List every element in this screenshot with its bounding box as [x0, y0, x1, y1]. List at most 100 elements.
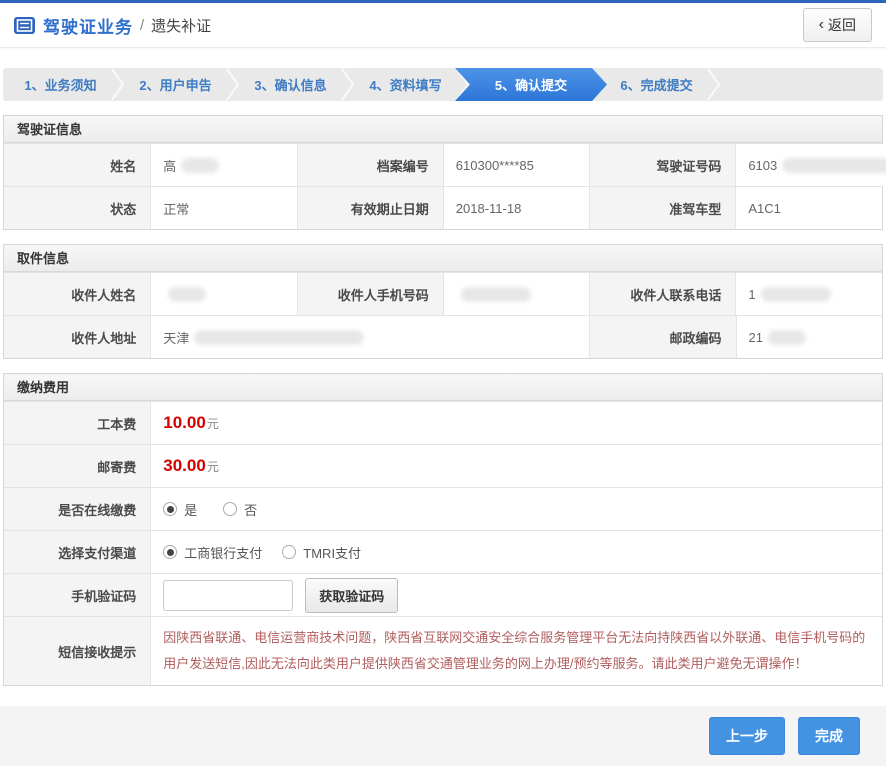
- file-number-label: 档案编号: [297, 144, 443, 186]
- step-label: 2、用户申告: [139, 75, 211, 94]
- table-row: 邮寄费 30.00 元: [4, 444, 882, 487]
- table-row: 是否在线缴费 是 否: [4, 487, 882, 530]
- redacted-value: [194, 330, 364, 345]
- footer-action-bar: 上一步 完成: [0, 706, 886, 766]
- table-row: 状态 正常 有效期止日期 2018-11-18 准驾车型 A1C1: [4, 186, 882, 229]
- pay-channel-options: 工商银行支付 TMRI支付: [150, 531, 882, 573]
- vehicle-class-label: 准驾车型: [589, 187, 735, 229]
- step-3-confirm-info[interactable]: 3、确认信息: [233, 68, 348, 101]
- sms-notice-label: 短信接收提示: [4, 617, 150, 685]
- online-pay-options: 是 否: [150, 488, 882, 530]
- expiry-value: 2018-11-18: [443, 187, 589, 229]
- step-label: 4、资料填写: [369, 75, 441, 94]
- post-fee-value: 30.00 元: [150, 445, 882, 487]
- postal-code-label: 邮政编码: [589, 316, 735, 358]
- radio-label: 工商银行支付: [184, 543, 262, 562]
- finish-button[interactable]: 完成: [798, 717, 860, 755]
- redacted-value: [768, 330, 806, 345]
- step-label: 5、确认提交: [495, 75, 567, 94]
- online-pay-label: 是否在线缴费: [4, 488, 150, 530]
- redacted-value: [761, 287, 831, 302]
- sms-notice-text: 因陕西省联通、电信运营商技术问题，陕西省互联网交通安全综合服务管理平台无法向持陕…: [150, 617, 882, 685]
- step-4-fill-data[interactable]: 4、资料填写: [348, 68, 463, 101]
- breadcrumb-current: 遗失补证: [151, 15, 211, 36]
- step-6-complete[interactable]: 6、完成提交: [599, 68, 714, 101]
- work-fee-amount: 10.00: [163, 413, 206, 433]
- step-label: 3、确认信息: [254, 75, 326, 94]
- status-value: 正常: [150, 187, 296, 229]
- work-fee-unit: 元: [207, 415, 219, 432]
- step-chevron-icon: [707, 68, 721, 101]
- step-5-confirm-submit[interactable]: 5、确认提交: [455, 68, 607, 101]
- back-button-label: 返回: [828, 15, 856, 35]
- work-fee-label: 工本费: [4, 402, 150, 444]
- recipient-name-label: 收件人姓名: [4, 273, 150, 315]
- step-2-declare[interactable]: 2、用户申告: [118, 68, 233, 101]
- post-fee-unit: 元: [207, 458, 219, 475]
- expiry-label: 有效期止日期: [297, 187, 443, 229]
- back-button[interactable]: ‹ 返回: [803, 8, 872, 42]
- radio-icon: [163, 502, 177, 516]
- redacted-value: [461, 287, 531, 302]
- pay-channel-label: 选择支付渠道: [4, 531, 150, 573]
- section-title: 缴纳费用: [4, 374, 882, 401]
- radio-icon: [282, 545, 296, 559]
- get-code-button[interactable]: 获取验证码: [305, 578, 398, 613]
- radio-icon: [163, 545, 177, 559]
- table-row: 手机验证码 获取验证码: [4, 573, 882, 616]
- previous-step-button[interactable]: 上一步: [709, 717, 785, 755]
- radio-label: 是: [184, 500, 197, 519]
- status-label: 状态: [4, 187, 150, 229]
- section-title: 取件信息: [4, 245, 882, 272]
- recipient-address-value: 天津: [150, 316, 589, 358]
- radio-icon: [223, 502, 237, 516]
- step-chevron-icon: [341, 68, 355, 101]
- file-number-value: 610300****85: [443, 144, 589, 186]
- recipient-mobile-label: 收件人手机号码: [297, 273, 443, 315]
- step-label: 1、业务须知: [24, 75, 96, 94]
- sms-code-input[interactable]: [163, 580, 293, 611]
- recipient-phone-label: 收件人联系电话: [589, 273, 735, 315]
- step-1-notice[interactable]: 1、业务须知: [3, 68, 118, 101]
- breadcrumb-separator: /: [140, 17, 144, 34]
- step-chevron-icon: [111, 68, 125, 101]
- table-row: 姓名 高 档案编号 610300****85 驾驶证号码 6103: [4, 143, 882, 186]
- license-number-label: 驾驶证号码: [589, 144, 735, 186]
- license-number-value: 6103: [735, 144, 886, 186]
- recipient-address-label: 收件人地址: [4, 316, 150, 358]
- radio-label: 否: [244, 500, 257, 519]
- step-chevron-icon: [226, 68, 240, 101]
- page-header: 驾驶证业务 / 遗失补证 ‹ 返回: [0, 3, 886, 48]
- sms-code-field: 获取验证码: [150, 574, 882, 616]
- step-navigation: 1、业务须知 2、用户申告 3、确认信息 4、资料填写 5、确认提交 6、完成提…: [0, 48, 886, 101]
- radio-label: TMRI支付: [303, 543, 361, 562]
- sms-code-label: 手机验证码: [4, 574, 150, 616]
- license-info-section: 驾驶证信息 姓名 高 档案编号 610300****85 驾驶证号码 6103 …: [3, 115, 883, 230]
- radio-channel-tmri[interactable]: TMRI支付: [282, 543, 361, 562]
- radio-channel-icbc[interactable]: 工商银行支付: [163, 543, 262, 562]
- step-label: 6、完成提交: [620, 75, 692, 94]
- redacted-value: [782, 158, 886, 173]
- section-title: 驾驶证信息: [4, 116, 882, 143]
- redacted-value: [168, 287, 206, 302]
- recipient-name-value: [150, 273, 296, 315]
- table-row: 收件人地址 天津 邮政编码 21: [4, 315, 882, 358]
- table-row: 收件人姓名 收件人手机号码 收件人联系电话 1: [4, 272, 882, 315]
- name-label: 姓名: [4, 144, 150, 186]
- back-arrow-icon: ‹: [819, 17, 824, 33]
- table-row: 选择支付渠道 工商银行支付 TMRI支付: [4, 530, 882, 573]
- table-row: 短信接收提示 因陕西省联通、电信运营商技术问题，陕西省互联网交通安全综合服务管理…: [4, 616, 882, 685]
- pickup-info-section: 取件信息 收件人姓名 收件人手机号码 收件人联系电话 1 收件人地址 天津 邮政…: [3, 244, 883, 359]
- radio-online-yes[interactable]: 是: [163, 500, 197, 519]
- radio-online-no[interactable]: 否: [223, 500, 257, 519]
- vehicle-class-value: A1C1: [735, 187, 881, 229]
- table-row: 工本费 10.00 元: [4, 401, 882, 444]
- postal-code-value: 21: [736, 316, 882, 358]
- recipient-phone-value: 1: [735, 273, 881, 315]
- redacted-value: [181, 158, 219, 173]
- page-title: 驾驶证业务: [43, 13, 133, 38]
- recipient-mobile-value: [443, 273, 589, 315]
- post-fee-label: 邮寄费: [4, 445, 150, 487]
- work-fee-value: 10.00 元: [150, 402, 882, 444]
- list-icon: [14, 17, 35, 34]
